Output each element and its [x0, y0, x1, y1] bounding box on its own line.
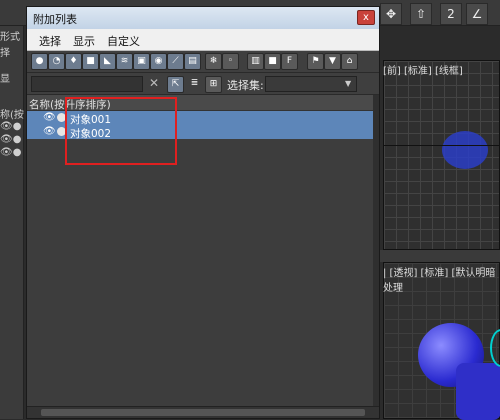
hierarchy-icon[interactable]: ⊞	[205, 76, 222, 93]
left-text-3: 显	[0, 74, 10, 85]
left-text-0: 称(按	[0, 110, 24, 121]
snap-toggle-icon[interactable]: 2	[440, 3, 462, 25]
filter-toolbar: ● ◔ ♦ ■ ◣ ≋ ▣ ◉ ⟋ ▤ ❄ ◦ ▥ ■ F ⚑ ▼ ⌂	[27, 51, 379, 73]
search-toolbar: ✕ ⇱ ≣ ⊞ 选择集: ▼	[27, 73, 379, 95]
spacewarp-filter-icon[interactable]: ≋	[116, 53, 133, 70]
sphere-object[interactable]	[442, 131, 488, 169]
close-button[interactable]: x	[357, 10, 375, 25]
vertical-scrollbar[interactable]	[373, 95, 379, 406]
menu-select[interactable]: 选择	[39, 33, 61, 49]
container-filter-icon[interactable]: ▤	[184, 53, 201, 70]
left-text-2: 择	[0, 48, 10, 59]
scene-explorer-panel: 形式 择 显 称(按 👁● 👁● 👁●	[0, 26, 24, 419]
cylinder-object[interactable]	[456, 363, 500, 420]
chevron-down-icon[interactable]: ▼	[345, 79, 351, 88]
layer-stack-icon[interactable]: ≣	[187, 76, 202, 91]
name-filter-input[interactable]	[31, 76, 143, 92]
scrollbar-thumb[interactable]	[41, 409, 365, 416]
sync-selection-icon[interactable]: ⚑	[307, 53, 324, 70]
select-tool-icon[interactable]: ⇧	[410, 3, 432, 25]
camera-filter-icon[interactable]: ■	[82, 53, 99, 70]
layer-icon[interactable]: ⌂	[341, 53, 358, 70]
viewport-front[interactable]	[383, 60, 500, 250]
dialog-title: 附加列表	[33, 13, 77, 26]
selected-object[interactable]	[490, 329, 500, 367]
display-none-icon[interactable]: ■	[264, 53, 281, 70]
shape-filter-icon[interactable]: ◔	[48, 53, 65, 70]
selection-set-dropdown[interactable]	[265, 76, 357, 92]
menu-bar: 选择 显示 自定义	[27, 29, 379, 51]
highlight-annotation-box	[65, 97, 177, 165]
invert-display-icon[interactable]: F	[281, 53, 298, 70]
helper-filter-icon[interactable]: ◣	[99, 53, 116, 70]
left-text-1: 形式	[0, 32, 20, 43]
viewport-divider	[380, 250, 500, 262]
menu-display[interactable]: 显示	[73, 33, 95, 49]
geometry-filter-icon[interactable]: ●	[31, 53, 48, 70]
horizontal-scrollbar[interactable]	[27, 406, 379, 418]
dialog-titlebar[interactable]: 附加列表 x	[27, 7, 379, 29]
frozen-filter-icon[interactable]: ❄	[205, 53, 222, 70]
viewport-front-label[interactable]: [前] [标准] [线框]	[383, 62, 463, 77]
viewport-perspective-label[interactable]: | [透视] [标准] [默认明暗处理	[383, 264, 500, 294]
menu-customize[interactable]: 自定义	[107, 33, 140, 49]
clear-filter-icon[interactable]: ✕	[149, 76, 159, 90]
angle-snap-icon[interactable]: ∠	[466, 3, 488, 25]
xref-filter-icon[interactable]: ◉	[150, 53, 167, 70]
select-from-scene-dialog: 附加列表 x 选择 显示 自定义 ● ◔ ♦ ■ ◣ ≋ ▣ ◉ ⟋ ▤ ❄ ◦…	[26, 6, 380, 419]
display-all-icon[interactable]: ▥	[247, 53, 264, 70]
eye-icon[interactable]: 👁●	[0, 134, 21, 145]
group-filter-icon[interactable]: ▣	[133, 53, 150, 70]
filter-icon[interactable]: ▼	[324, 53, 341, 70]
bone-filter-icon[interactable]: ⟋	[167, 53, 184, 70]
selection-set-label: 选择集:	[227, 79, 264, 92]
eye-icon[interactable]: 👁●	[0, 121, 21, 132]
select-toggle-icon[interactable]: ⇱	[167, 76, 184, 93]
light-filter-icon[interactable]: ♦	[65, 53, 82, 70]
eye-icon[interactable]: 👁●	[0, 147, 21, 158]
eye-icon[interactable]: 👁	[43, 126, 56, 137]
move-tool-icon[interactable]: ✥	[380, 3, 402, 25]
axis-line	[384, 145, 500, 146]
hidden-filter-icon[interactable]: ◦	[222, 53, 239, 70]
eye-icon[interactable]: 👁	[43, 112, 56, 123]
